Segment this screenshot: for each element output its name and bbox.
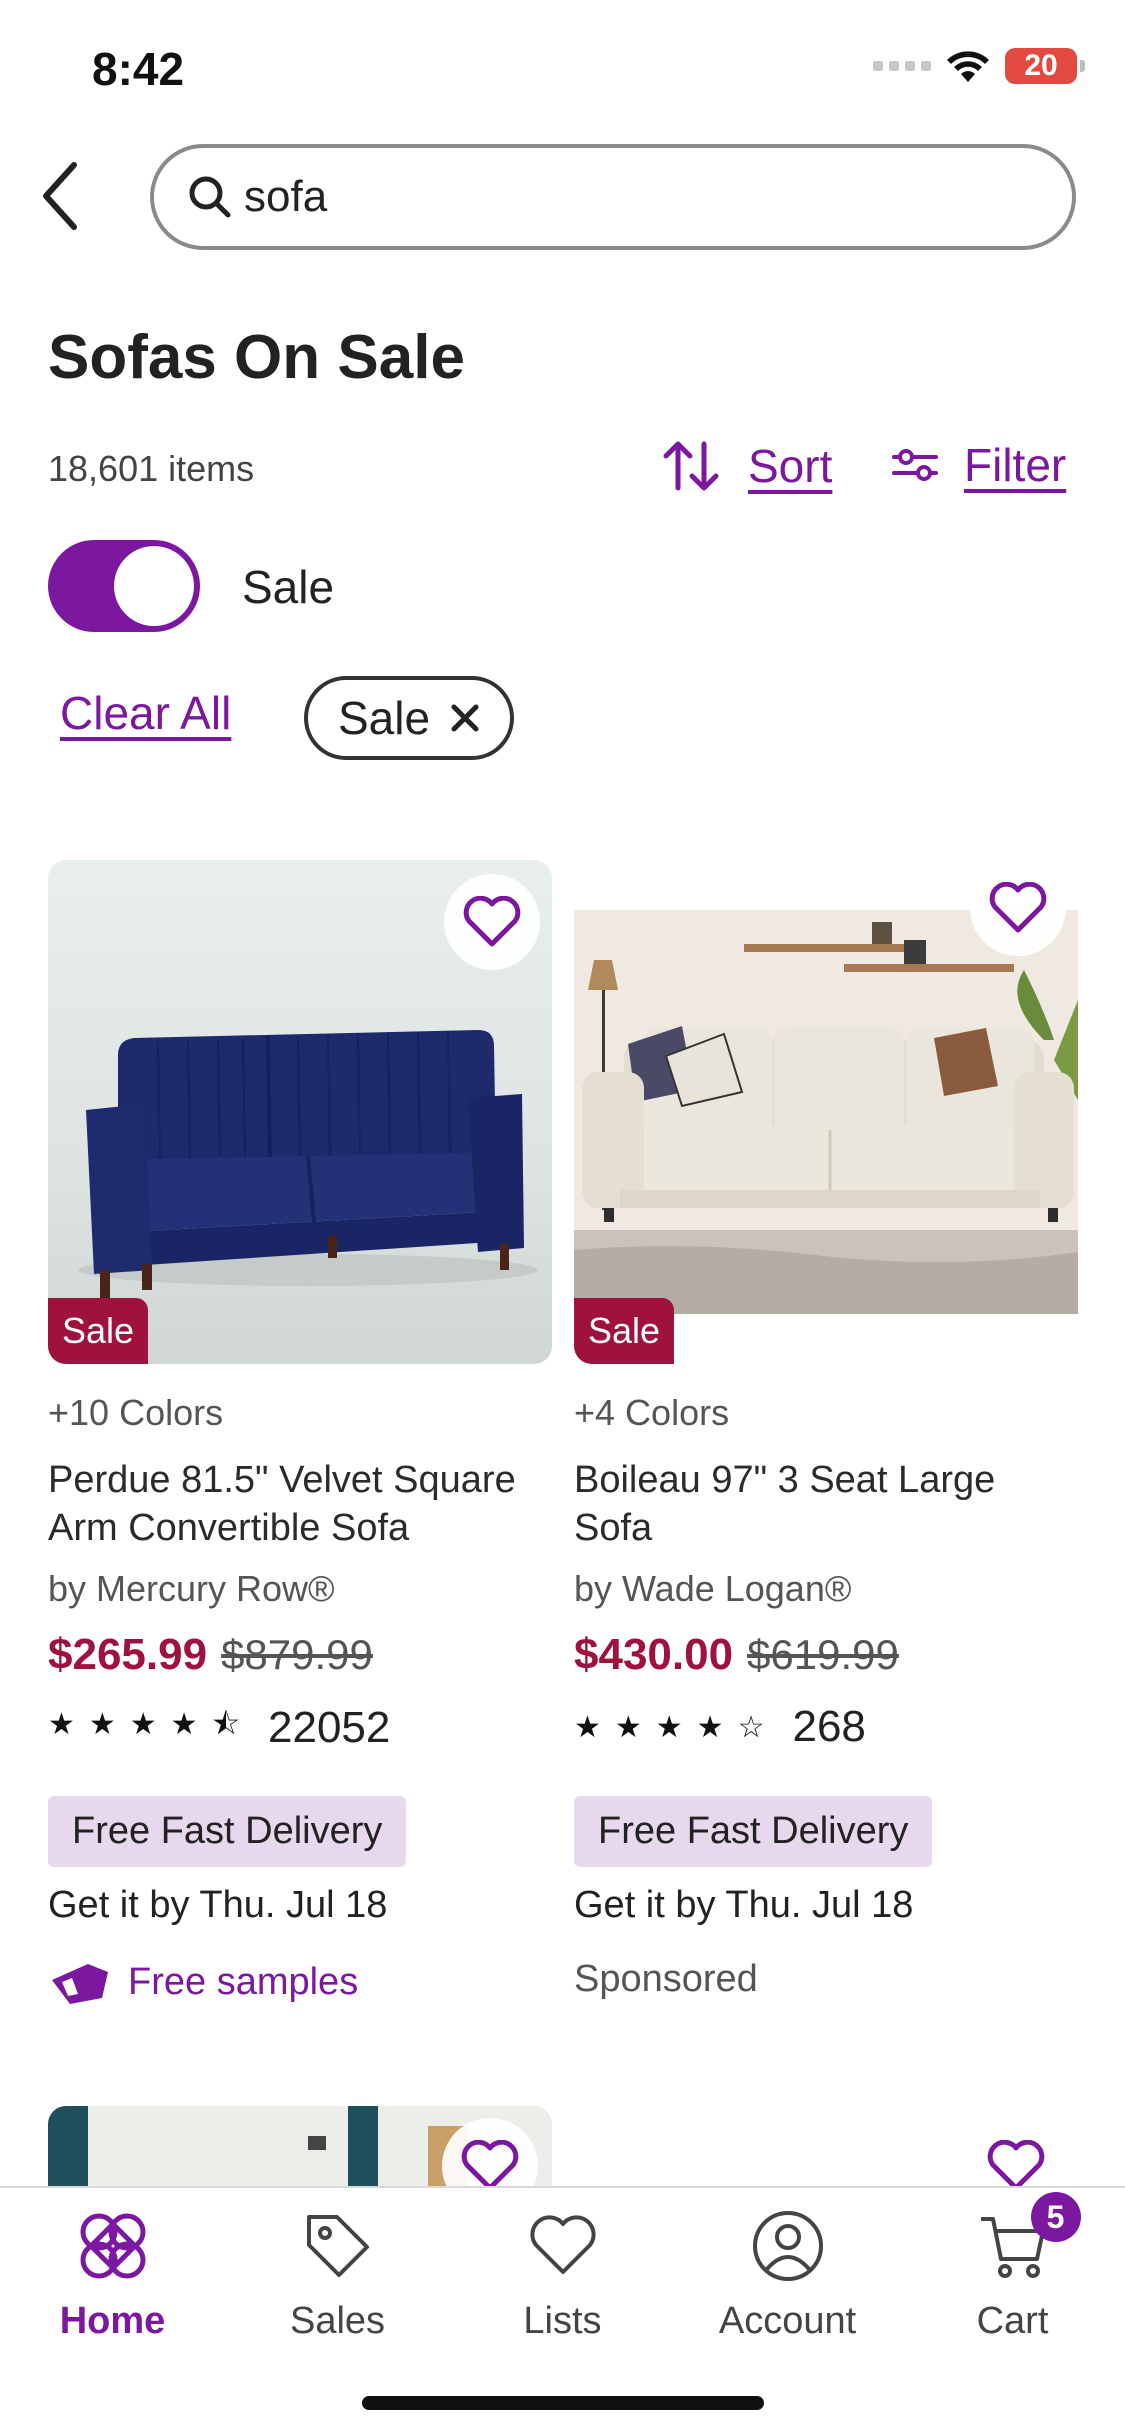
favorite-button[interactable] [970, 860, 1066, 956]
search-bar[interactable] [150, 144, 1076, 250]
rating-row[interactable]: ★★★★☆ 268 [574, 1702, 866, 1752]
product-card[interactable]: Sale +4 Colors Boileau 97" 3 Seat Large … [574, 860, 1078, 2000]
item-count: 18,601 items [48, 448, 255, 489]
price-row: $430.00 $619.99 [574, 1630, 899, 1680]
sponsored-row: Sponsored [574, 1958, 758, 2001]
close-icon[interactable] [450, 703, 480, 733]
free-samples-link[interactable]: Free samples [48, 1958, 358, 2006]
tag-icon [298, 2206, 378, 2286]
sort-icon [663, 441, 719, 491]
sale-toggle-label: Sale [242, 561, 335, 613]
product-card[interactable]: Sale +10 Colors Perdue 81.5" Velvet Squa… [48, 860, 552, 2004]
product-name[interactable]: Perdue 81.5" Velvet Square Arm Convertib… [48, 1456, 552, 1552]
review-count: 22052 [268, 1702, 391, 1752]
page-title: Sofas On Sale [48, 323, 465, 392]
star-rating-icon: ★★★★☆ [574, 1710, 779, 1744]
sort-label: Sort [748, 440, 833, 492]
sale-price: $265.99 [48, 1630, 208, 1679]
product-brand: by Mercury Row® [48, 1568, 335, 1609]
nav-cart[interactable]: 5 Cart [900, 2192, 1125, 2343]
review-count: 268 [792, 1702, 866, 1751]
heart-icon [461, 2140, 519, 2191]
back-button[interactable] [30, 156, 90, 236]
clear-all-link[interactable]: Clear All [60, 686, 231, 740]
heart-icon [987, 2140, 1045, 2191]
heart-icon [523, 2206, 603, 2286]
swatch-icon [52, 1964, 108, 2004]
toggle-knob [114, 546, 194, 626]
nav-home[interactable]: Home [0, 2206, 225, 2343]
sort-button[interactable]: Sort [662, 438, 832, 494]
cart-count-badge: 5 [1030, 2192, 1081, 2242]
battery-icon: 20 [1005, 48, 1085, 84]
delivery-date: Get it by Thu. Jul 18 [48, 1884, 388, 1926]
filter-label: Filter [964, 439, 1067, 491]
nav-account[interactable]: Account [675, 2206, 900, 2343]
product-name[interactable]: Boileau 97" 3 Seat Large Sofa [574, 1456, 1078, 1552]
color-count[interactable]: +4 Colors [574, 1392, 729, 1434]
wifi-icon [947, 51, 989, 82]
product-image[interactable]: Sale [574, 860, 1078, 1364]
search-input[interactable] [244, 172, 1004, 222]
sale-badge: Sale [574, 1298, 675, 1364]
account-icon [748, 2206, 828, 2286]
filter-sliders-icon [892, 449, 938, 481]
sponsored-label: Sponsored [574, 1958, 758, 2000]
original-price: $619.99 [747, 1631, 899, 1678]
heart-icon [989, 882, 1047, 933]
cart-icon: 5 [973, 2192, 1081, 2286]
delivery-badge: Free Fast Delivery [48, 1796, 407, 1867]
product-brand: by Wade Logan® [574, 1568, 852, 1609]
product-image[interactable]: Sale [48, 860, 552, 1364]
nav-sales[interactable]: Sales [225, 2206, 450, 2343]
nav-label: Account [718, 2300, 857, 2342]
home-icon [73, 2206, 153, 2286]
rating-row[interactable]: ★★★★⯪ 22052 [48, 1702, 390, 1753]
price-row: $265.99 $879.99 [48, 1630, 373, 1680]
sale-badge: Sale [48, 1298, 149, 1364]
filter-button[interactable]: Filter [892, 438, 1066, 492]
nav-label: Lists [523, 2300, 602, 2342]
home-indicator [362, 2396, 764, 2410]
status-icons: 20 [873, 48, 1085, 84]
filter-chip-sale[interactable]: Sale [304, 676, 514, 760]
star-rating-icon: ★★★★⯪ [48, 1708, 254, 1741]
delivery-badge: Free Fast Delivery [574, 1796, 933, 1867]
battery-level: 20 [1024, 49, 1058, 82]
chevron-left-icon [43, 162, 77, 230]
filter-chip-label: Sale [337, 692, 431, 744]
sale-toggle[interactable] [48, 540, 200, 632]
favorite-button[interactable] [444, 874, 540, 970]
search-icon [189, 176, 231, 218]
nav-label: Cart [976, 2300, 1049, 2342]
status-bar: 8:42 20 [0, 0, 1125, 140]
sale-price: $430.00 [574, 1630, 734, 1679]
delivery-date: Get it by Thu. Jul 18 [574, 1884, 914, 1926]
nav-label: Home [59, 2300, 166, 2342]
status-time: 8:42 [92, 43, 185, 95]
heart-icon [463, 896, 521, 947]
cellular-signal-icon [873, 61, 931, 71]
nav-lists[interactable]: Lists [450, 2206, 675, 2343]
free-samples-label: Free samples [128, 1960, 359, 2003]
color-count[interactable]: +10 Colors [48, 1392, 223, 1434]
nav-label: Sales [289, 2300, 386, 2342]
original-price: $879.99 [221, 1631, 373, 1678]
